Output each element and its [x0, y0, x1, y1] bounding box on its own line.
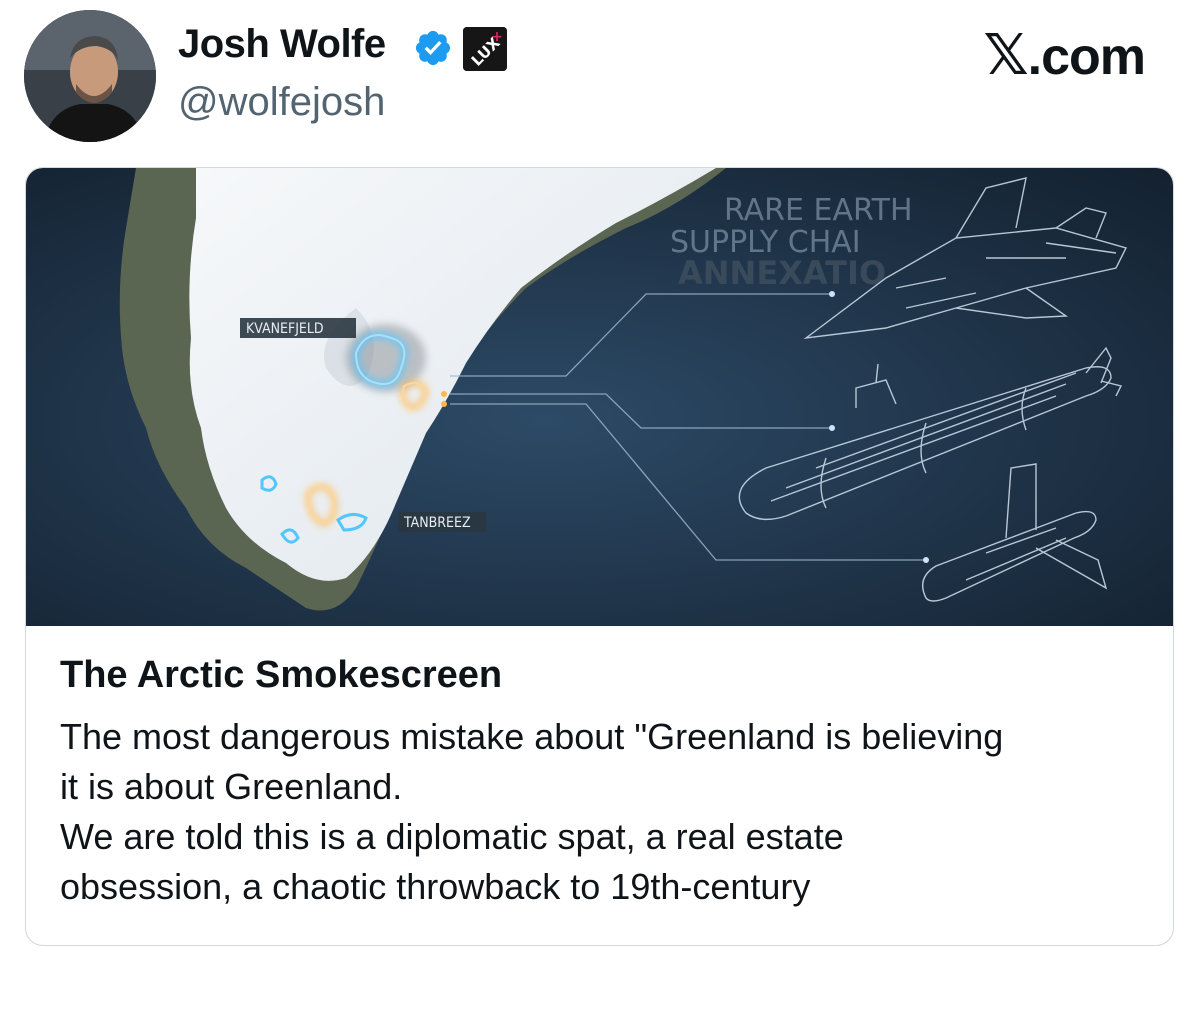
card-description-line: it is about Greenland.: [60, 766, 403, 807]
svg-text:ANNEXATIO: ANNEXATIO: [678, 254, 886, 292]
card-description-line: The most dangerous mistake about "Greenl…: [60, 716, 1004, 757]
svg-text:KVANEFJELD: KVANEFJELD: [246, 321, 324, 337]
lux-logo-icon: LUX +: [463, 27, 507, 71]
author-handle[interactable]: @wolfejosh: [178, 80, 385, 125]
x-logo-icon: 𝕏: [983, 23, 1029, 86]
avatar-photo: [24, 10, 156, 142]
affiliation-badge[interactable]: LUX +: [463, 27, 507, 71]
card-title[interactable]: The Arctic Smokescreen: [60, 654, 502, 697]
card-description-line: We are told this is a diplomatic spat, a…: [60, 816, 844, 857]
author-name[interactable]: Josh Wolfe: [178, 22, 386, 67]
verified-badge-icon: [415, 30, 451, 66]
tanbreez-label: TANBREEZ: [398, 512, 486, 532]
brand-watermark: 𝕏.com: [983, 22, 1147, 88]
card-description-line: obsession, a chaotic throwback to 19th-c…: [60, 866, 811, 907]
brand-suffix: .com: [1027, 28, 1146, 86]
avatar[interactable]: [24, 10, 156, 142]
kvanefjeld-label: KVANEFJELD: [240, 318, 356, 338]
link-preview-card[interactable]: KVANEFJELD TANBREEZ RARE EARTH SUPPLY CH…: [25, 167, 1174, 946]
svg-text:+: +: [491, 29, 503, 45]
card-description: The most dangerous mistake about "Greenl…: [60, 712, 1160, 912]
card-image[interactable]: KVANEFJELD TANBREEZ RARE EARTH SUPPLY CH…: [26, 168, 1173, 626]
svg-text:RARE EARTH: RARE EARTH: [724, 193, 913, 228]
svg-text:TANBREEZ: TANBREEZ: [403, 515, 471, 531]
